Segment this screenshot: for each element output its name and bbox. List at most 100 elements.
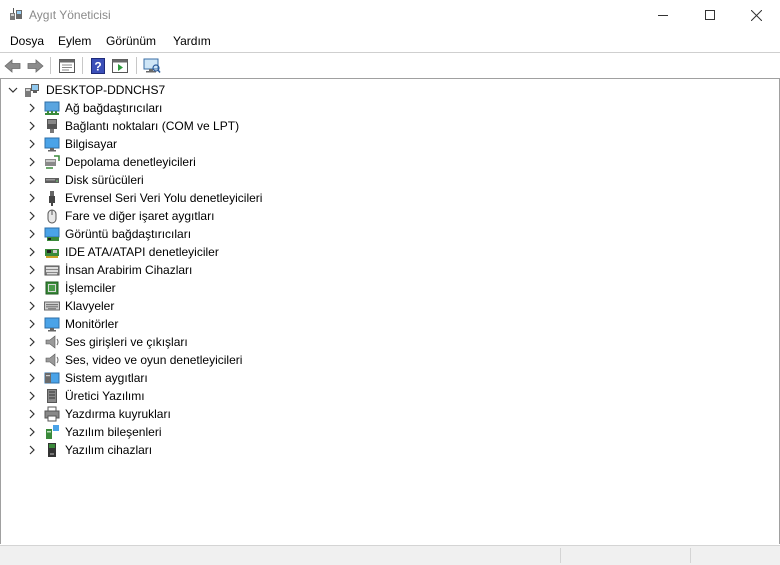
- tree-node-label: Ses, video ve oyun denetleyicileri: [65, 353, 243, 367]
- maximize-icon: [705, 10, 715, 20]
- tree-node-label: Depolama denetleyicileri: [65, 155, 196, 169]
- status-bar: [0, 545, 780, 565]
- expand-chevron-icon[interactable]: [27, 409, 37, 419]
- tree-node-label: Yazdırma kuyrukları: [65, 407, 171, 421]
- expand-chevron-icon[interactable]: [27, 301, 37, 311]
- tree-node-bilgisayar[interactable]: Bilgisayar: [1, 135, 401, 153]
- svg-text:?: ?: [94, 60, 101, 74]
- properties-button[interactable]: [57, 56, 77, 76]
- mouse-icon: [47, 209, 57, 224]
- expand-chevron-icon[interactable]: [27, 193, 37, 203]
- minimize-icon: [658, 15, 668, 16]
- expand-chevron-icon[interactable]: [27, 103, 37, 113]
- tree-node-yazilim-bilesenleri[interactable]: Yazılım bileşenleri: [1, 423, 401, 441]
- menu-yardim[interactable]: Yardım: [173, 34, 211, 48]
- computer-scan-icon: [143, 58, 161, 73]
- expand-chevron-icon[interactable]: [27, 175, 37, 185]
- tree-node-label: Monitörler: [65, 317, 119, 331]
- tree-node-fare-ve-diger-isaret-aygitlari[interactable]: Fare ve diğer işaret aygıtları: [1, 207, 401, 225]
- tree-node-i-nsan-arabirim-cihazlari[interactable]: İnsan Arabirim Cihazları: [1, 261, 401, 279]
- minimize-button[interactable]: [640, 0, 686, 30]
- tree-node-label: Yazılım cihazları: [65, 443, 153, 457]
- tree-node-label: Klavyeler: [65, 299, 115, 313]
- toolbar: ?: [0, 53, 780, 79]
- menu-gorunum[interactable]: Görünüm: [106, 34, 156, 48]
- expand-chevron-icon[interactable]: [27, 283, 37, 293]
- expand-chevron-icon[interactable]: [27, 391, 37, 401]
- tree-node-ses-video-ve-oyun-denetleyicileri[interactable]: Ses, video ve oyun denetleyicileri: [1, 351, 401, 369]
- menu-dosya[interactable]: Dosya: [10, 34, 44, 48]
- close-icon: [750, 9, 762, 21]
- tree-node-i-slemciler[interactable]: İşlemciler: [1, 279, 401, 297]
- scan-hardware-button[interactable]: [142, 56, 162, 76]
- tree-node-label: Ses girişleri ve çıkışları: [65, 335, 188, 349]
- tree-node-ag-bagdastiricilari[interactable]: Ağ bağdaştırıcıları: [1, 99, 401, 117]
- tree-node-yazilim-cihazlari[interactable]: Yazılım cihazları: [1, 441, 401, 459]
- expand-chevron-icon[interactable]: [27, 373, 37, 383]
- maximize-button[interactable]: [687, 0, 733, 30]
- menu-eylem[interactable]: Eylem: [58, 34, 91, 48]
- tree-node-yazdirma-kuyruklari[interactable]: Yazdırma kuyrukları: [1, 405, 401, 423]
- tree-node-ide-ata-atapi-denetleyiciler[interactable]: IDE ATA/ATAPI denetleyiciler: [1, 243, 401, 261]
- forward-button[interactable]: [25, 56, 45, 76]
- storage-controller-icon: [45, 155, 60, 169]
- keyboard-icon: [44, 301, 60, 311]
- expand-chevron-icon[interactable]: [27, 337, 37, 347]
- tree-node-label: Bağlantı noktaları (COM ve LPT): [65, 119, 240, 133]
- tree-node-label: Disk sürücüleri: [65, 173, 144, 187]
- tree-node-disk-suruculeri[interactable]: Disk sürücüleri: [1, 171, 401, 189]
- run-icon: [112, 59, 128, 73]
- expand-chevron-icon[interactable]: [27, 121, 37, 131]
- hid-icon: [44, 265, 60, 276]
- toolbar-separator: [82, 57, 83, 74]
- tree-node-label: İnsan Arabirim Cihazları: [65, 263, 193, 277]
- tree-node-evrensel-seri-veri-yolu-denetleyicileri[interactable]: Evrensel Seri Veri Yolu denetleyicileri: [1, 189, 401, 207]
- tree-node-goruntu-bagdastiricilari[interactable]: Görüntü bağdaştırıcıları: [1, 225, 401, 243]
- ide-controller-icon: [45, 249, 59, 258]
- expand-chevron-icon[interactable]: [27, 247, 37, 257]
- tree-node-uretici-yazilimi[interactable]: Üretici Yazılımı: [1, 387, 401, 405]
- properties-icon: [59, 59, 75, 73]
- back-button[interactable]: [3, 56, 23, 76]
- expand-chevron-icon[interactable]: [27, 229, 37, 239]
- tree-node-label: İşlemciler: [65, 281, 116, 295]
- close-button[interactable]: [733, 0, 779, 30]
- help-button[interactable]: ?: [88, 56, 108, 76]
- expand-chevron-icon[interactable]: [27, 211, 37, 221]
- speaker-icon: [45, 353, 59, 367]
- tree-node-ses-girisleri-ve-cikislari[interactable]: Ses girişleri ve çıkışları: [1, 333, 401, 351]
- expand-chevron-icon[interactable]: [27, 355, 37, 365]
- help-icon: ?: [91, 58, 105, 74]
- firmware-icon: [47, 389, 57, 403]
- status-segment: [560, 548, 691, 563]
- tree-node-baglanti-noktalari-com-ve-lpt[interactable]: Bağlantı noktaları (COM ve LPT): [1, 117, 401, 135]
- expand-chevron-icon[interactable]: [27, 139, 37, 149]
- processor-icon: [45, 281, 59, 295]
- tree-node-klavyeler[interactable]: Klavyeler: [1, 297, 401, 315]
- expand-chevron-icon[interactable]: [27, 427, 37, 437]
- window-title: Aygıt Yöneticisi: [29, 8, 111, 22]
- tree-node-label: IDE ATA/ATAPI denetleyiciler: [65, 245, 219, 259]
- computer-icon: [25, 84, 39, 97]
- tree-node-label: Görüntü bağdaştırıcıları: [65, 227, 192, 241]
- expand-chevron-icon[interactable]: [27, 265, 37, 275]
- usb-icon: [49, 191, 55, 206]
- tree-node-label: Üretici Yazılımı: [65, 389, 145, 403]
- status-segment: [690, 548, 780, 563]
- collapse-chevron-icon[interactable]: [8, 85, 18, 95]
- title-bar: Aygıt Yöneticisi: [0, 0, 780, 30]
- tree-node-sistem-aygitlari[interactable]: Sistem aygıtları: [1, 369, 401, 387]
- expand-chevron-icon[interactable]: [27, 319, 37, 329]
- port-icon: [47, 119, 57, 133]
- tree-node-depolama-denetleyicileri[interactable]: Depolama denetleyicileri: [1, 153, 401, 171]
- run-button[interactable]: [110, 56, 130, 76]
- tree-node-monitorler[interactable]: Monitörler: [1, 315, 401, 333]
- speaker-icon: [45, 335, 59, 349]
- tree-node-label: Evrensel Seri Veri Yolu denetleyicileri: [65, 191, 263, 205]
- disk-drive-icon: [45, 178, 59, 183]
- expand-chevron-icon[interactable]: [27, 445, 37, 455]
- expand-chevron-icon[interactable]: [27, 157, 37, 167]
- printer-icon: [44, 406, 60, 422]
- tree-root-node[interactable]: DESKTOP-DDNCHS7: [1, 81, 301, 99]
- device-tree-panel[interactable]: DESKTOP-DDNCHS7 Ağ bağdaştırıcıları Bağla…: [0, 79, 780, 544]
